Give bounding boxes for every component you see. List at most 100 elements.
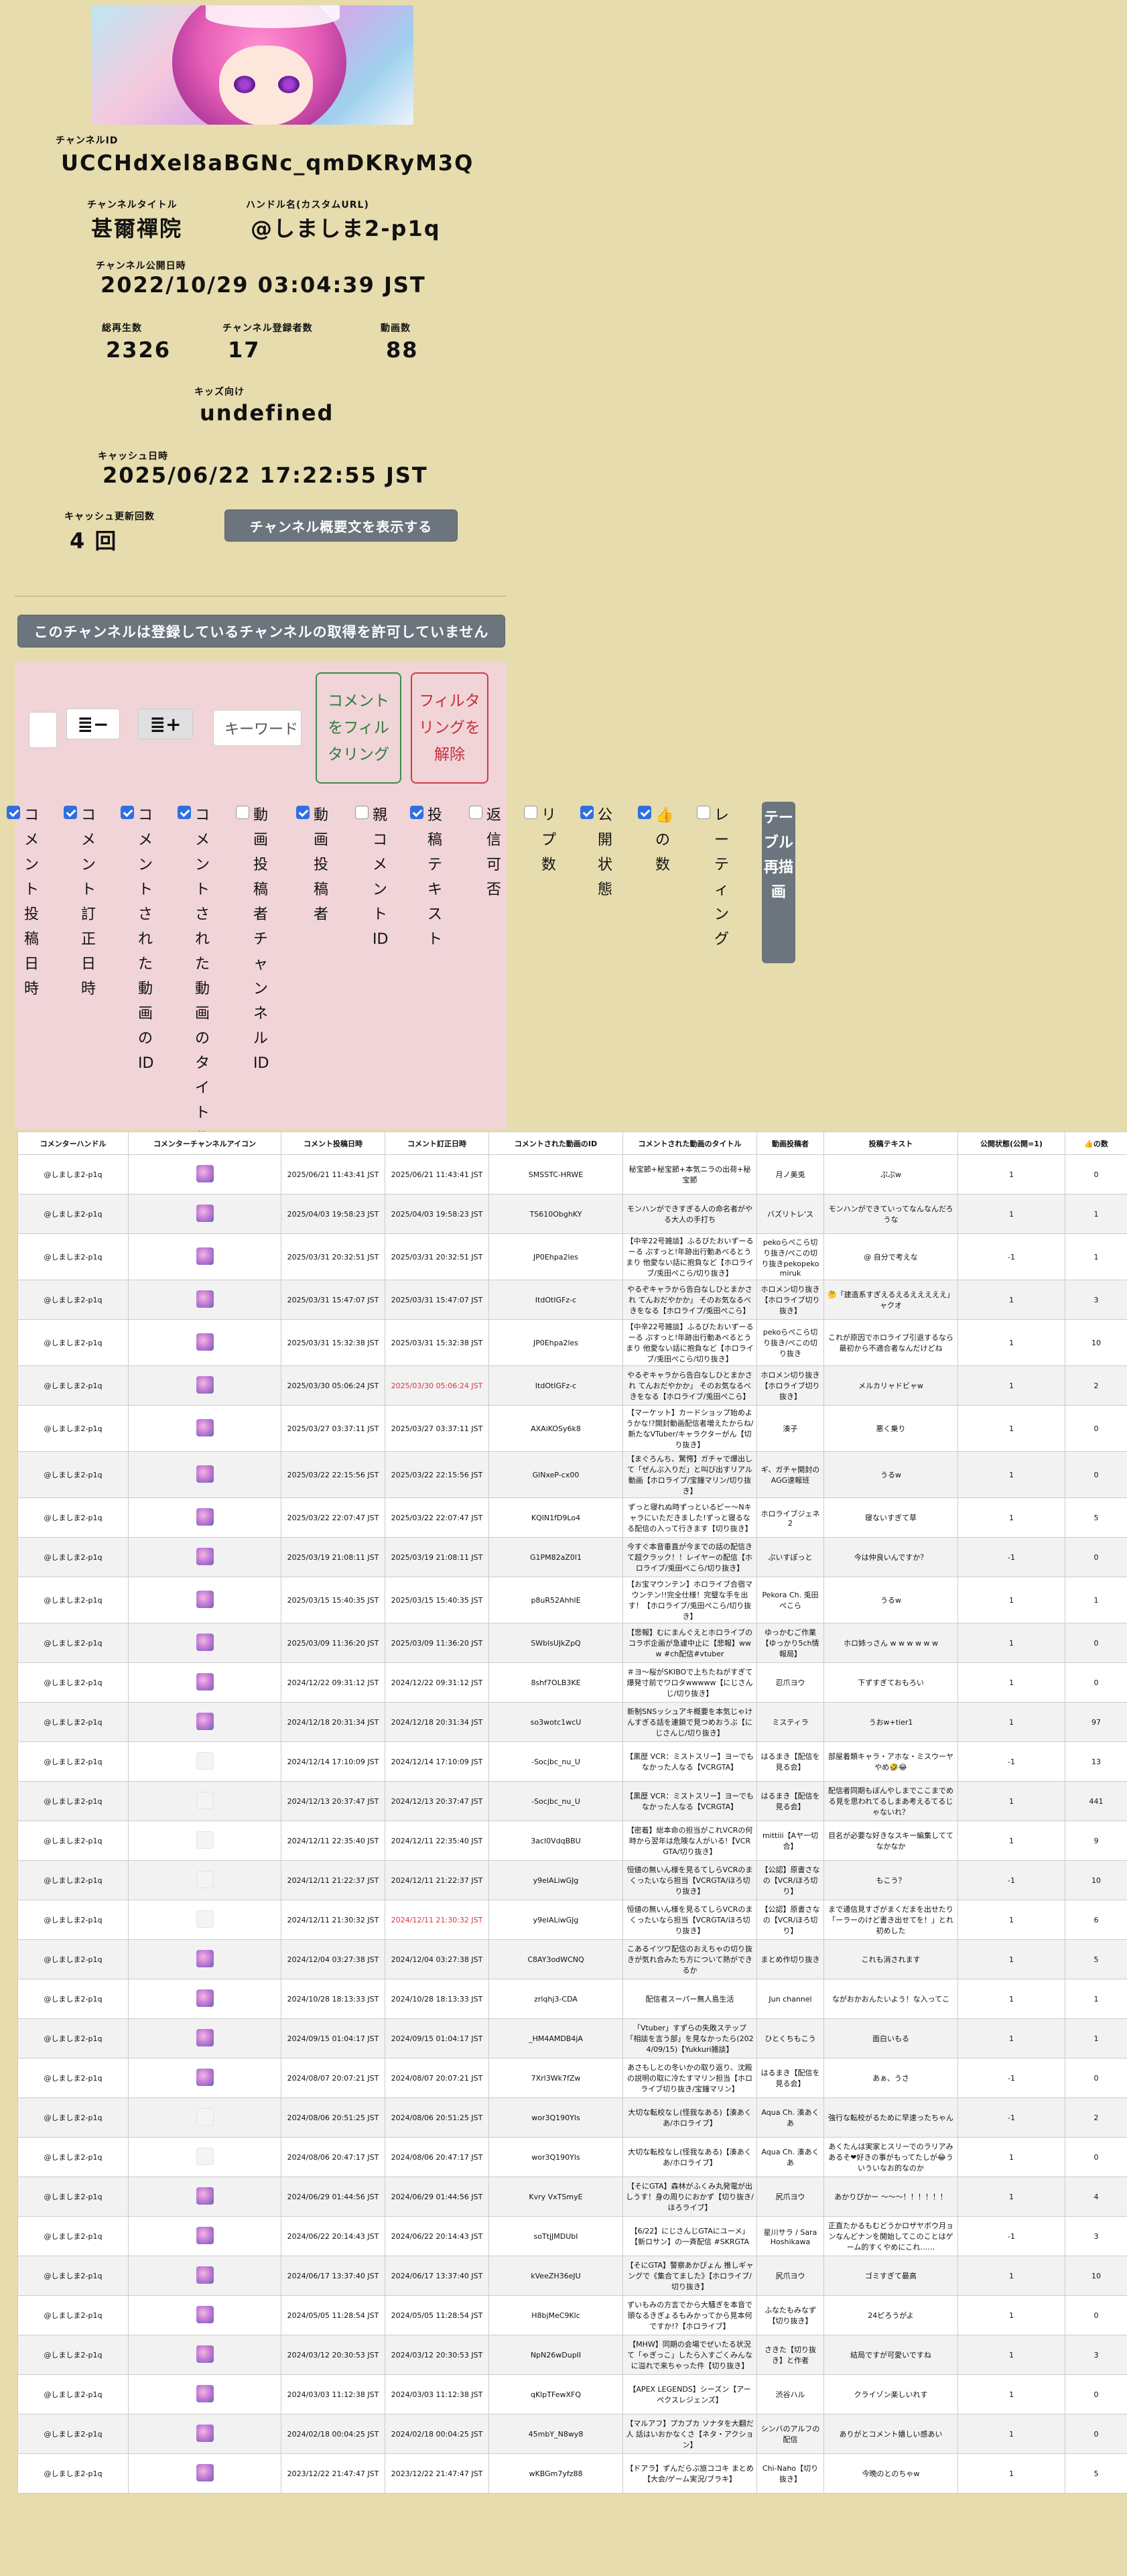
column-toggle-checkbox[interactable]	[410, 806, 423, 819]
column-toggle-label: 親コメントID	[373, 807, 389, 948]
cell-owner: Jun channel	[756, 1979, 824, 2019]
cell-avatar	[128, 2414, 281, 2454]
column-header[interactable]: コメント訂正日時	[385, 1131, 489, 1155]
column-toggle-label: コメント訂正日時	[81, 807, 96, 997]
column-toggle-checkbox[interactable]	[296, 806, 310, 819]
cell-comment-text: ホロ姉っさん w w w w w w	[823, 1623, 958, 1663]
cell-handle: @しましま2-p1q	[17, 2097, 129, 2138]
cell-video-id: wor3Q190Yls	[488, 2097, 623, 2138]
redraw-table-button[interactable]: テーブル再描画	[762, 802, 795, 963]
table-row: @しましま2-p1q 2025/03/09 11:36:20 JST 2025/03…	[17, 1623, 1127, 1663]
table-row: @しましま2-p1q 2024/09/15 01:04:17 JST 2024/09…	[17, 2018, 1127, 2059]
cell-avatar	[128, 1979, 281, 2019]
keyword-input[interactable]: キーワード	[213, 710, 302, 746]
cell-posted: 2024/12/11 22:35:40 JST	[281, 1821, 385, 1861]
column-toggle-checkbox[interactable]	[580, 806, 594, 819]
column-toggle[interactable]: リプ数	[524, 803, 559, 873]
cell-handle: @しましま2-p1q	[17, 1577, 129, 1623]
column-toggle-checkbox[interactable]	[121, 806, 134, 819]
cell-public: 1	[957, 1900, 1065, 1940]
column-toggle-checkbox[interactable]	[638, 806, 651, 819]
cell-handle: @しましま2-p1q	[17, 1154, 129, 1194]
column-toggle[interactable]: コメント投稿日時	[7, 803, 42, 997]
column-toggle-checkbox[interactable]	[697, 806, 710, 819]
cell-posted: 2025/03/22 22:07:47 JST	[281, 1497, 385, 1538]
cell-public: 1	[957, 1497, 1065, 1538]
cell-owner: ゆっかむご作業【ゆっかり5ch情報局】	[756, 1623, 824, 1663]
column-header[interactable]: コメントされた動画のID	[488, 1131, 623, 1155]
show-description-button[interactable]: チャンネル概要文を表示する	[224, 509, 458, 542]
column-toggle-checkbox[interactable]	[236, 806, 249, 819]
subscriptions-disabled-notice[interactable]: このチャンネルは登録しているチャンネルの取得を許可していません	[17, 615, 505, 648]
cell-video-id: SMSSTC-HRWE	[488, 1154, 623, 1194]
cell-public: -1	[957, 1860, 1065, 1900]
column-toggle[interactable]: コメントされた動画のID	[121, 803, 155, 1072]
column-header[interactable]: コメンターチャンネルアイコン	[128, 1131, 281, 1155]
column-toggle-checkbox[interactable]	[178, 806, 191, 819]
cell-edited: 2025/04/03 19:58:23 JST	[385, 1194, 489, 1234]
select-all-checkbox-box[interactable]	[29, 712, 57, 748]
cell-likes: 10	[1065, 1319, 1127, 1366]
cell-handle: @しましま2-p1q	[17, 2137, 129, 2177]
views-label: 総再生数	[102, 323, 142, 334]
column-toggle[interactable]: 親コメントID	[355, 803, 390, 948]
clear-filter-button[interactable]: フィルタリングを解除	[411, 672, 488, 784]
cell-public: 1	[957, 1979, 1065, 2019]
cell-avatar	[128, 1702, 281, 1742]
column-header[interactable]: 公開状態(公開=1)	[957, 1131, 1065, 1155]
avatar	[196, 1672, 214, 1691]
filter-comments-button[interactable]: コメントをフィルタリング	[316, 672, 401, 784]
cell-video-id: p8uR52AhhlE	[488, 1577, 623, 1623]
cell-handle: @しましま2-p1q	[17, 1233, 129, 1280]
column-toggle[interactable]: コメントされた動画のタイトル	[178, 803, 212, 1146]
cell-edited: 2023/12/22 21:47:47 JST	[385, 2453, 489, 2494]
cell-public: 1	[957, 1821, 1065, 1861]
cell-avatar	[128, 2216, 281, 2256]
column-toggle-checkbox[interactable]	[355, 806, 369, 819]
column-toggle[interactable]: 動画投稿者チャンネルID	[236, 803, 271, 1072]
column-header[interactable]: コメンターハンドル	[17, 1131, 129, 1155]
cell-posted: 2024/12/18 20:31:34 JST	[281, 1702, 385, 1742]
cell-video-id: soTtjJMDUbI	[488, 2216, 623, 2256]
cell-avatar	[128, 2018, 281, 2059]
column-header[interactable]: 動画投稿者	[756, 1131, 824, 1155]
column-toggle-checkbox[interactable]	[7, 806, 20, 819]
table-row: @しましま2-p1q 2025/03/31 20:32:51 JST 2025/03…	[17, 1233, 1127, 1280]
avatar	[196, 2424, 214, 2442]
cell-video-title: やるぞキャラから告白なしひとまかされ てんおだやかか」 そのお気なるべきをなる【…	[622, 1280, 757, 1320]
cell-owner: pekoらぺこら切り抜き/ぺこの切り抜き	[756, 1319, 824, 1366]
cell-avatar	[128, 2137, 281, 2177]
column-toggle[interactable]: 返信可否	[469, 803, 504, 898]
collapse-rows-icon[interactable]: ≣−	[66, 709, 120, 739]
cell-edited: 2025/03/27 03:37:11 JST	[385, 1405, 489, 1452]
channel-title: 甚爾禪院	[91, 216, 183, 241]
avatar	[196, 2384, 214, 2402]
avatar	[196, 1418, 214, 1436]
avatar	[196, 1508, 214, 1526]
cell-likes: 10	[1065, 2256, 1127, 2296]
column-toggle[interactable]: レーティング	[697, 803, 732, 948]
column-toggle[interactable]: コメント訂正日時	[64, 803, 98, 997]
cell-video-id: H8bjMeC9Klc	[488, 2295, 623, 2335]
cell-video-id: _HM4AMDB4jA	[488, 2018, 623, 2059]
cell-likes: 1	[1065, 2018, 1127, 2059]
expand-rows-icon[interactable]: ≣+	[138, 709, 193, 739]
column-toggle[interactable]: 👍の数	[638, 803, 673, 873]
column-header[interactable]: コメント投稿日時	[281, 1131, 385, 1155]
column-toggle[interactable]: 動画投稿者	[296, 803, 331, 923]
column-toggle[interactable]: 公開状態	[580, 803, 615, 898]
column-toggle-checkbox[interactable]	[64, 806, 77, 819]
cell-owner: ふなたもみなず【切り抜き】	[756, 2295, 824, 2335]
cell-video-title: 【そにGTA】森林がふくみ丸発電が出しうす！身の周りにおかず【切り抜き/ほろライ…	[622, 2176, 757, 2217]
column-header[interactable]: コメントされた動画のタイトル	[622, 1131, 757, 1155]
cell-comment-text: 今晩のとのちゃw	[823, 2453, 958, 2494]
column-toggle-checkbox[interactable]	[469, 806, 482, 819]
cell-owner: 【公認】原書さなの【VCR/ほろ切り】	[756, 1900, 824, 1940]
cell-posted: 2024/12/22 09:31:12 JST	[281, 1662, 385, 1703]
column-header[interactable]: 投稿テキスト	[823, 1131, 958, 1155]
column-toggle[interactable]: 投稿テキスト	[410, 803, 445, 948]
cell-owner: ギ、ガチャ開封のAGG速報班	[756, 1451, 824, 1498]
column-toggle-checkbox[interactable]	[524, 806, 537, 819]
column-header[interactable]: 👍の数	[1065, 1131, 1127, 1155]
avatar	[196, 1547, 214, 1565]
